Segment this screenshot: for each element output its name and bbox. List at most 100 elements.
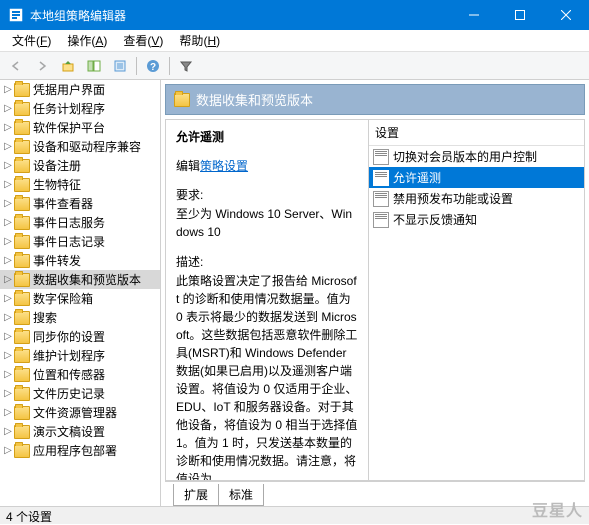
tree-item-label: 演示文稿设置 — [33, 423, 105, 440]
status-bar: 4 个设置 — [0, 506, 589, 524]
expand-icon[interactable]: ▷ — [2, 350, 14, 361]
folder-icon — [14, 368, 30, 382]
up-button[interactable] — [56, 55, 80, 77]
tree-item[interactable]: ▷应用程序包部署 — [0, 441, 160, 460]
tree-item[interactable]: ▷文件资源管理器 — [0, 403, 160, 422]
menu-file[interactable]: 文件(F) — [4, 30, 59, 51]
menu-help[interactable]: 帮助(H) — [171, 30, 228, 51]
expand-icon[interactable]: ▷ — [2, 274, 14, 285]
setting-icon — [373, 149, 389, 165]
menu-view[interactable]: 查看(V) — [115, 30, 171, 51]
toolbar: ? — [0, 52, 589, 80]
tree-item[interactable]: ▷搜索 — [0, 308, 160, 327]
filter-button[interactable] — [174, 55, 198, 77]
setting-icon — [373, 170, 389, 186]
expand-icon[interactable]: ▷ — [2, 141, 14, 152]
tree-item[interactable]: ▷ 维护计划程序 — [0, 346, 160, 365]
expand-icon[interactable]: ▷ — [2, 84, 14, 95]
expand-icon[interactable]: ▷ — [2, 103, 14, 114]
expand-icon[interactable]: ▷ — [2, 255, 14, 266]
tree-item-label: 数字保险箱 — [33, 290, 93, 307]
list-item-label: 不显示反馈通知 — [393, 211, 477, 228]
details-title: 数据收集和预览版本 — [196, 90, 313, 109]
close-button[interactable] — [543, 0, 589, 30]
expand-icon[interactable]: ▷ — [2, 217, 14, 228]
folder-icon — [14, 254, 30, 268]
tree-item[interactable]: ▷ 数字保险箱 — [0, 289, 160, 308]
list-item[interactable]: 切换对会员版本的用户控制 — [369, 146, 584, 167]
expand-icon[interactable]: ▷ — [2, 179, 14, 190]
expand-icon[interactable]: ▷ — [2, 236, 14, 247]
tree-item[interactable]: ▷ 设备和驱动程序兼容 — [0, 137, 160, 156]
tab-standard[interactable]: 标准 — [218, 484, 264, 506]
tree-item[interactable]: ▷同步你的设置 — [0, 327, 160, 346]
menu-action[interactable]: 操作(A) — [59, 30, 115, 51]
expand-icon[interactable]: ▷ — [2, 331, 14, 342]
folder-icon — [14, 140, 30, 154]
expand-icon[interactable]: ▷ — [2, 293, 14, 304]
column-header-setting[interactable]: 设置 — [369, 120, 584, 146]
folder-icon — [14, 83, 30, 97]
folder-icon — [14, 102, 30, 116]
forward-button — [30, 55, 54, 77]
list-item[interactable]: 允许遥测 — [369, 167, 584, 188]
expand-icon[interactable]: ▷ — [2, 388, 14, 399]
tree-item-label: 事件日志服务 — [33, 214, 105, 231]
tree-item-label: 设备注册 — [33, 157, 81, 174]
list-item[interactable]: 不显示反馈通知 — [369, 209, 584, 230]
tree-item-label: 事件查看器 — [33, 195, 93, 212]
expand-icon[interactable]: ▷ — [2, 369, 14, 380]
tree-item[interactable]: ▷位置和传感器 — [0, 365, 160, 384]
title-bar: 本地组策略编辑器 — [0, 0, 589, 30]
folder-icon — [14, 330, 30, 344]
app-icon — [8, 7, 24, 23]
tree-item[interactable]: ▷生物特征 — [0, 175, 160, 194]
folder-icon — [14, 444, 30, 458]
expand-icon[interactable]: ▷ — [2, 445, 14, 456]
tree-item[interactable]: ▷任务计划程序 — [0, 99, 160, 118]
tree-item-label: 维护计划程序 — [33, 347, 105, 364]
folder-icon — [14, 349, 30, 363]
show-hide-tree-button[interactable] — [82, 55, 106, 77]
tree-item[interactable]: ▷ 事件日志服务 — [0, 213, 160, 232]
menu-bar: 文件(F) 操作(A) 查看(V) 帮助(H) — [0, 30, 589, 52]
tree-pane[interactable]: ▷凭据用户界面▷任务计划程序▷软件保护平台▷设备和驱动程序兼容▷设备注册▷生物特… — [0, 80, 161, 506]
tree-item[interactable]: ▷ 凭据用户界面 — [0, 80, 160, 99]
tree-item-label: 事件转发 — [33, 252, 81, 269]
expand-icon[interactable]: ▷ — [2, 198, 14, 209]
tree-item[interactable]: ▷事件日志记录 — [0, 232, 160, 251]
tree-item[interactable]: ▷ 文件历史记录 — [0, 384, 160, 403]
tree-item[interactable]: ▷数据收集和预览版本 — [0, 270, 160, 289]
details-header: 数据收集和预览版本 — [165, 84, 585, 115]
setting-icon — [373, 212, 389, 228]
tree-item-label: 设备和驱动程序兼容 — [33, 138, 141, 155]
tree-item-label: 软件保护平台 — [33, 119, 105, 136]
folder-icon — [14, 425, 30, 439]
tab-extended[interactable]: 扩展 — [173, 484, 219, 506]
tree-item[interactable]: ▷ 事件查看器 — [0, 194, 160, 213]
edit-policy-link[interactable]: 策略设置 — [200, 159, 248, 173]
folder-icon — [14, 387, 30, 401]
expand-icon[interactable]: ▷ — [2, 426, 14, 437]
expand-icon[interactable]: ▷ — [2, 122, 14, 133]
window-title: 本地组策略编辑器 — [30, 7, 451, 24]
folder-icon — [14, 121, 30, 135]
properties-button[interactable] — [108, 55, 132, 77]
folder-icon — [14, 178, 30, 192]
settings-list[interactable]: 设置 切换对会员版本的用户控制允许遥测禁用预发布功能或设置不显示反馈通知 — [369, 120, 584, 480]
tree-item[interactable]: ▷ 事件转发 — [0, 251, 160, 270]
help-button[interactable]: ? — [141, 55, 165, 77]
folder-icon — [174, 93, 190, 107]
expand-icon[interactable]: ▷ — [2, 160, 14, 171]
maximize-button[interactable] — [497, 0, 543, 30]
tree-item-label: 文件历史记录 — [33, 385, 105, 402]
minimize-button[interactable] — [451, 0, 497, 30]
tree-item-label: 凭据用户界面 — [33, 81, 105, 98]
expand-icon[interactable]: ▷ — [2, 312, 14, 323]
expand-icon[interactable]: ▷ — [2, 407, 14, 418]
tree-item[interactable]: ▷ 设备注册 — [0, 156, 160, 175]
back-button — [4, 55, 28, 77]
tree-item[interactable]: ▷ 演示文稿设置 — [0, 422, 160, 441]
tree-item[interactable]: ▷ 软件保护平台 — [0, 118, 160, 137]
list-item[interactable]: 禁用预发布功能或设置 — [369, 188, 584, 209]
